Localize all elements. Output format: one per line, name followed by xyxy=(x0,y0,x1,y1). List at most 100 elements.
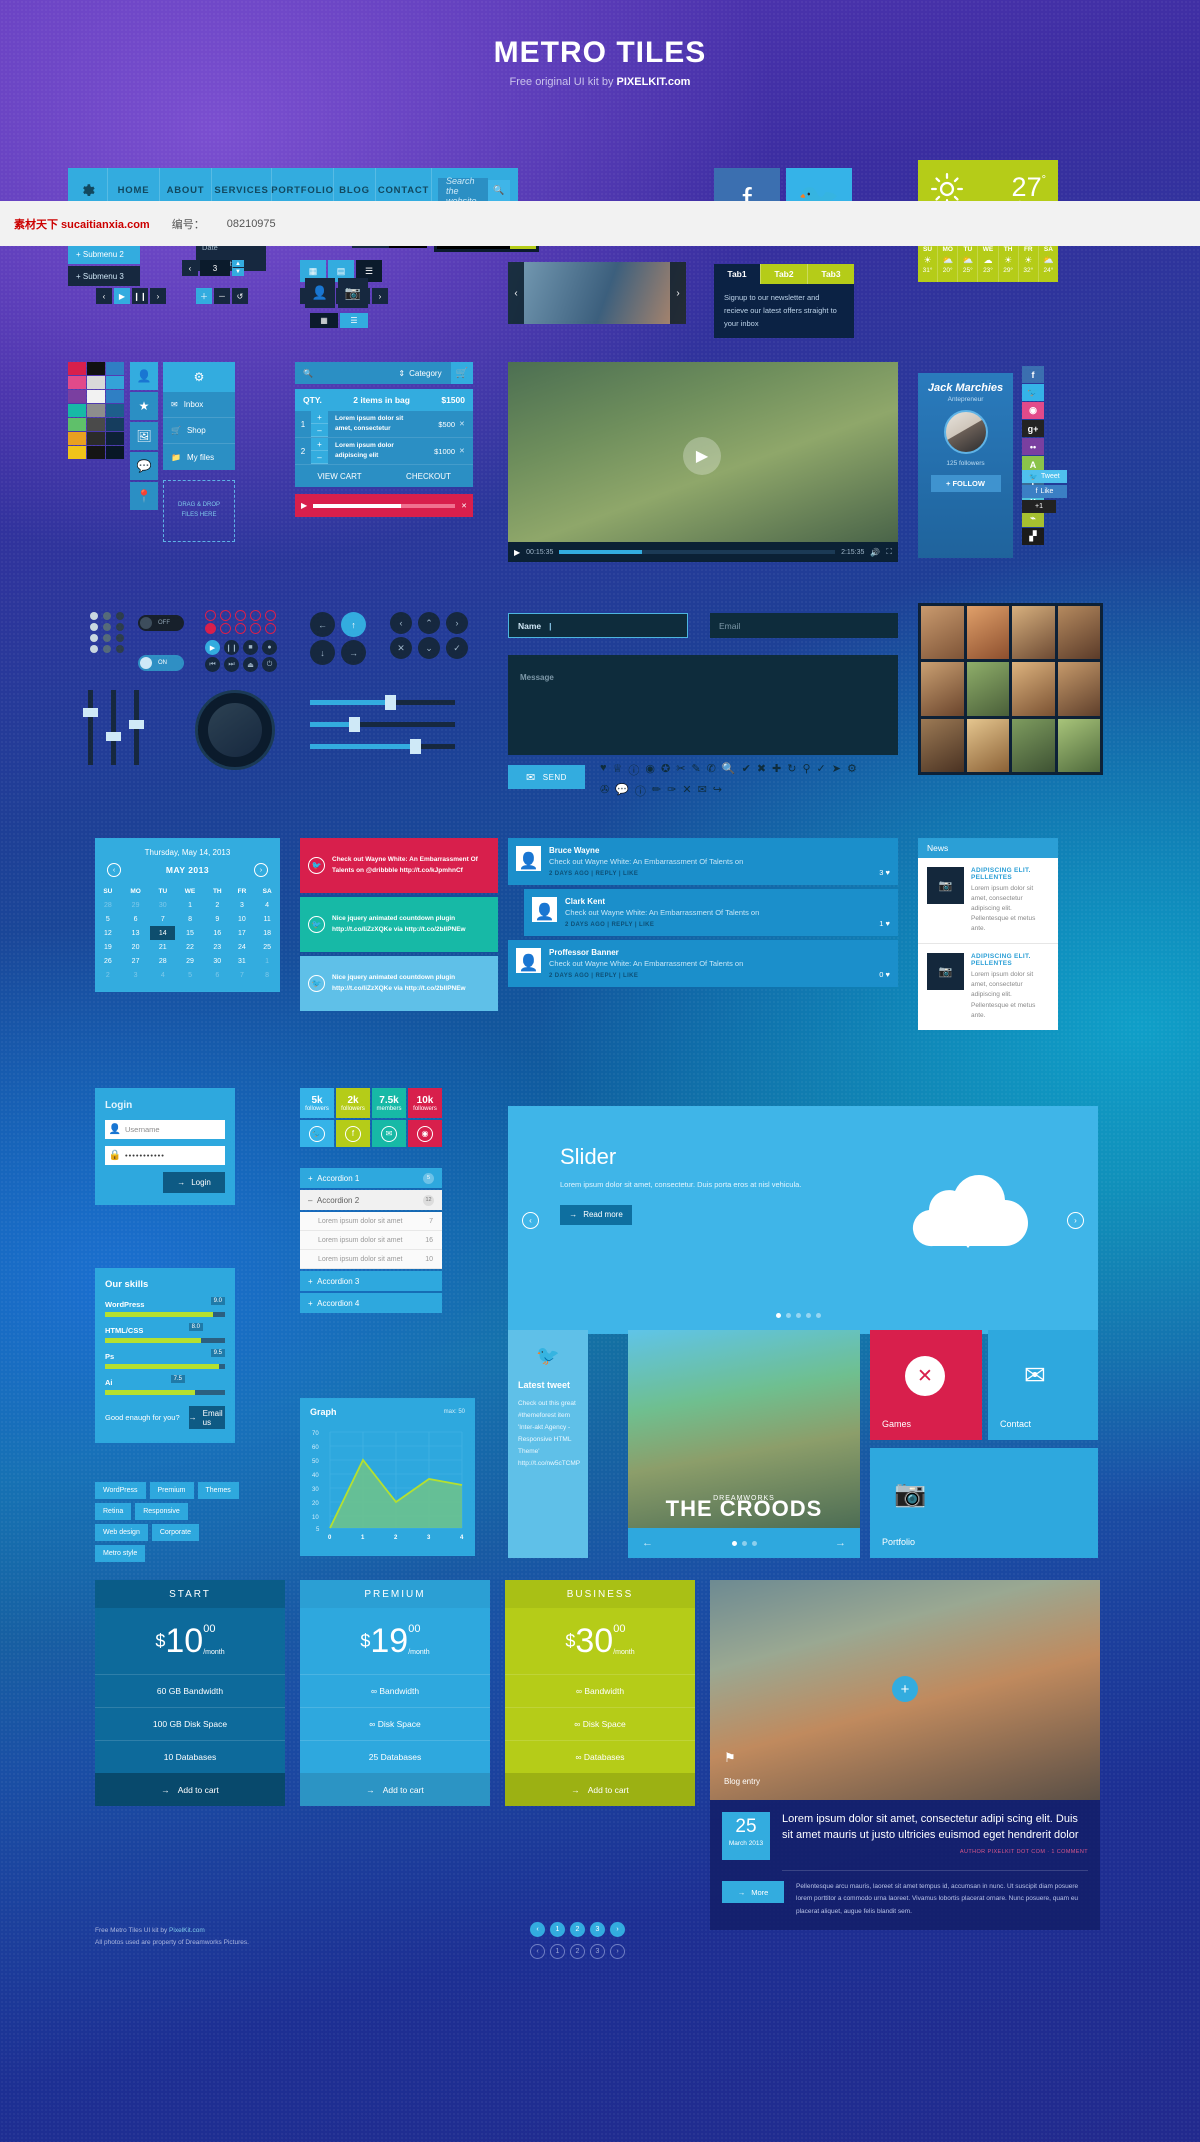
gallery-thumb[interactable] xyxy=(1057,718,1100,772)
pricing-start[interactable]: START $10 00/month 60 GB Bandwidth 100 GB… xyxy=(95,1580,285,1806)
pagination-outline[interactable]: ‹ 1 2 3 › xyxy=(530,1944,625,1959)
calendar-day[interactable]: 24 xyxy=(230,940,255,954)
horizontal-slider[interactable] xyxy=(310,717,455,732)
calendar-day[interactable]: 5 xyxy=(175,968,205,982)
calendar-day[interactable]: 16 xyxy=(205,926,230,940)
eject-icon[interactable]: ⏏ xyxy=(243,657,258,672)
comment-item[interactable]: 👤 Clark Kent Check out Wayne White: An Em… xyxy=(524,889,898,936)
calendar-day[interactable]: 19 xyxy=(95,940,121,954)
pin-icon[interactable]: 📍 xyxy=(130,482,158,510)
tab-1[interactable]: Tab1 xyxy=(714,264,760,284)
plus-icon[interactable]: ＋ xyxy=(196,288,212,304)
heart-icon[interactable]: ♥ xyxy=(886,919,890,928)
circle-button-group[interactable]: ▶ ❙❙ ■ ● ⏮ ⏭ ⏏ ⏻ xyxy=(205,640,279,672)
stepper-down-icon[interactable]: ▼ xyxy=(232,268,244,276)
follow-button[interactable]: + FOLLOW xyxy=(930,475,1001,492)
tab-3[interactable]: Tab3 xyxy=(807,264,854,284)
dribbble-icon[interactable]: ◉ xyxy=(1022,402,1044,419)
horizontal-sliders[interactable] xyxy=(310,695,455,754)
calendar-day[interactable]: 6 xyxy=(121,912,151,926)
minus-icon[interactable]: － xyxy=(214,288,230,304)
pricing-premium[interactable]: PREMIUM $19 00/month ∞ Bandwidth ∞ Disk S… xyxy=(300,1580,490,1806)
calendar-day-selected[interactable]: 14 xyxy=(150,926,176,940)
facebook-tile[interactable]: f xyxy=(336,1120,370,1147)
pagination-page-3[interactable]: 3 xyxy=(590,1944,605,1959)
add-to-cart-button[interactable]: → Add to cart xyxy=(95,1773,285,1806)
video-progress[interactable] xyxy=(559,550,836,554)
gallery-thumb[interactable] xyxy=(921,662,964,716)
tag[interactable]: Metro style xyxy=(95,1545,146,1562)
calendar-day[interactable]: 18 xyxy=(254,926,280,940)
like-button[interactable]: f Like xyxy=(1022,485,1067,498)
calendar-day[interactable]: 8 xyxy=(175,912,205,926)
calendar-day[interactable]: 23 xyxy=(205,940,230,954)
side-menu-files[interactable]: 📁 My files xyxy=(163,444,235,470)
gplus-one-button[interactable]: +1 xyxy=(1022,500,1056,513)
submenu-item-2[interactable]: + Submenu 2 xyxy=(68,244,140,264)
carousel-prev-icon[interactable]: ‹ xyxy=(508,262,524,324)
chevron-left-icon[interactable]: ‹ xyxy=(390,612,412,634)
slider-dot[interactable] xyxy=(816,1313,821,1318)
audio-player[interactable]: ▶ ✕ xyxy=(295,494,473,517)
pagination-prev-icon[interactable]: ‹ xyxy=(530,1944,545,1959)
calendar-day[interactable]: 2 xyxy=(205,898,230,912)
image-icon[interactable]: 🖼 xyxy=(130,422,158,450)
accordion-header-2[interactable]: – Accordion 2 12 xyxy=(300,1190,442,1210)
arrow-right-icon[interactable]: → xyxy=(835,1537,846,1549)
social-icon-grid[interactable]: f 🐦 ◉ g+ •• A t v ⌁ ▞ xyxy=(1022,366,1067,546)
slider-dot[interactable] xyxy=(786,1313,791,1318)
tag[interactable]: Web design xyxy=(95,1524,148,1541)
checkout-button[interactable]: CHECKOUT xyxy=(384,465,473,487)
send-button[interactable]: ✉ SEND xyxy=(508,765,585,789)
gallery-thumb[interactable] xyxy=(1012,662,1055,716)
tag[interactable]: Retina xyxy=(95,1503,132,1520)
accordion-row[interactable]: Lorem ipsum dolor sit amet 16 xyxy=(300,1231,442,1250)
calendar-day[interactable]: 22 xyxy=(175,940,205,954)
list-toggle-icon[interactable]: ☰ xyxy=(340,313,368,328)
tag[interactable]: Themes xyxy=(197,1482,239,1499)
arrow-right-icon[interactable]: → xyxy=(341,640,366,665)
blog-meta[interactable]: AUTHOR PIXELKIT DOT COM · 1 COMMENT xyxy=(782,1849,1088,1855)
calendar-day[interactable]: 5 xyxy=(95,912,121,926)
check-icon[interactable]: ✓ xyxy=(446,637,468,659)
gallery-thumb[interactable] xyxy=(921,718,964,772)
pagination-prev-icon[interactable]: ‹ xyxy=(530,1922,545,1937)
slider-dot[interactable] xyxy=(796,1313,801,1318)
calendar-day[interactable]: 11 xyxy=(254,912,280,926)
gallery-thumb[interactable] xyxy=(966,718,1009,772)
slider-dot[interactable] xyxy=(806,1313,811,1318)
accordion-row[interactable]: Lorem ipsum dolor sit amet 10 xyxy=(300,1250,442,1269)
pagination-page-2[interactable]: 2 xyxy=(570,1944,585,1959)
cart-row[interactable]: 1 + – Lorem ipsum dolor sit amet, consect… xyxy=(295,411,473,438)
close-icon[interactable]: ✕ xyxy=(390,637,412,659)
slider-prev-icon[interactable]: ‹ xyxy=(522,1212,539,1229)
power-icon[interactable]: ⏻ xyxy=(262,657,277,672)
calendar-day[interactable]: 8 xyxy=(254,968,280,982)
fullscreen-icon[interactable]: ⛶ xyxy=(886,547,892,557)
decrease-icon[interactable]: – xyxy=(311,424,328,437)
record-icon[interactable]: ● xyxy=(262,640,277,655)
stepper-left-icon[interactable]: ‹ xyxy=(182,260,198,276)
carousel-next-icon[interactable]: › xyxy=(670,262,686,324)
gallery-thumb[interactable] xyxy=(966,606,1009,660)
icon-sidebar[interactable]: 👤 ★ 🖼 💬 📍 xyxy=(130,362,158,510)
increase-icon[interactable]: + xyxy=(311,411,328,424)
side-menu[interactable]: ⚙ ✉ Inbox 🛒 Shop 📁 My files xyxy=(163,362,235,470)
counter-tile[interactable]: 5k followers xyxy=(300,1088,334,1118)
message-field[interactable]: Message xyxy=(508,655,898,755)
email-us-button[interactable]: → Email us xyxy=(188,1406,225,1429)
progress-bar[interactable] xyxy=(313,503,456,508)
pagination-next-icon[interactable]: › xyxy=(610,1922,625,1937)
vertical-slider[interactable] xyxy=(83,690,98,765)
counter-tiles[interactable]: 5k followers 2k followers 7.5k members 10k f… xyxy=(300,1088,444,1118)
gear-icon[interactable]: ⚙ xyxy=(163,362,235,392)
vertical-slider[interactable] xyxy=(129,690,144,765)
pause-icon[interactable]: ❙❙ xyxy=(224,640,239,655)
heart-icon[interactable]: ♥ xyxy=(886,868,890,877)
accordion-widget[interactable]: + Accordion 15 – Accordion 2 12 Lorem ips… xyxy=(300,1168,442,1315)
counter-tile[interactable]: 2k followers xyxy=(336,1088,370,1118)
arrow-up-icon[interactable]: ↑ xyxy=(341,612,366,637)
slider-dots[interactable] xyxy=(776,1313,821,1318)
accordion-header-3[interactable]: + Accordion 3 xyxy=(300,1271,442,1291)
tabs-widget[interactable]: Tab1 Tab2 Tab3 Signup to our newsletter … xyxy=(714,264,854,339)
